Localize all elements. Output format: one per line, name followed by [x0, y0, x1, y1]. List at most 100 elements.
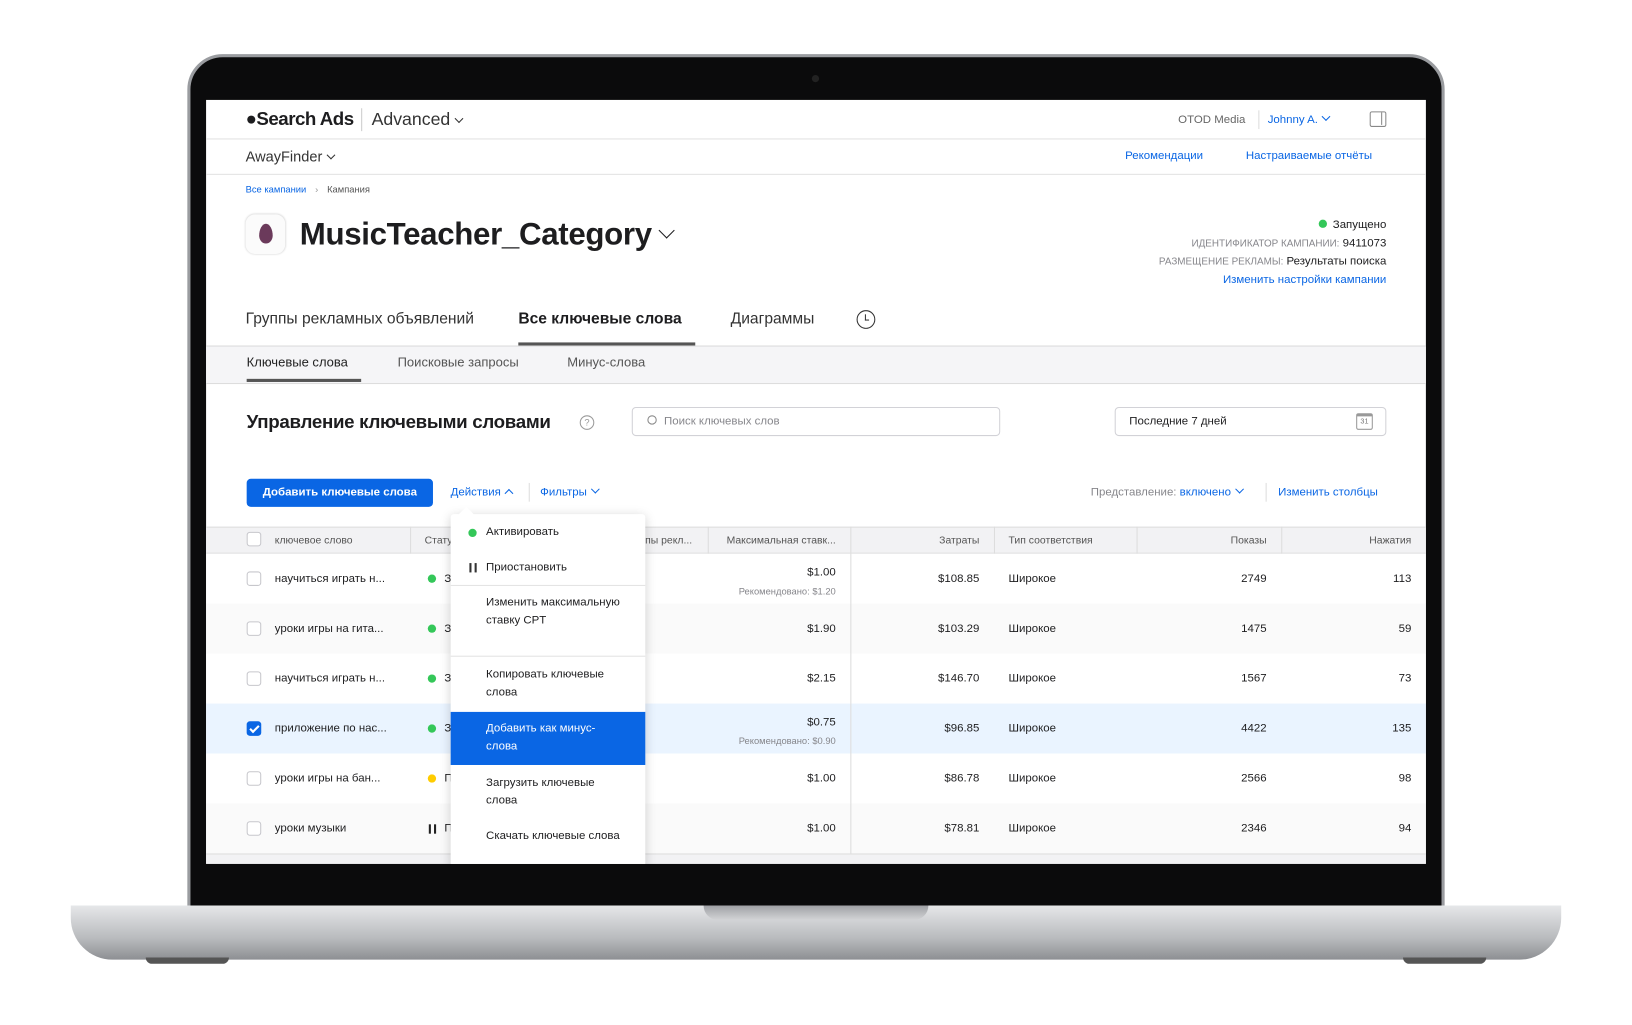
spend-cell: $86.78: [944, 772, 980, 785]
keyword-cell[interactable]: приложение по нас...: [275, 722, 387, 734]
table-row[interactable]: уроки музыки П $1.00 $78.81 Широкое 2346 94: [206, 803, 1426, 854]
max-bid-cell[interactable]: $1.90: [807, 622, 836, 634]
campaign-title-dropdown[interactable]: MusicTeacher_Category: [300, 218, 676, 253]
max-bid-cell[interactable]: $2.15: [807, 672, 836, 684]
tab-charts[interactable]: Диаграммы: [731, 310, 815, 328]
match-type-cell[interactable]: Широкое: [1009, 722, 1057, 734]
keyword-cell[interactable]: уроки игры на гита...: [275, 622, 384, 634]
table-row[interactable]: приложение по нас... З $0.75 Рекомендовано:…: [206, 703, 1426, 754]
breadcrumb-all-campaigns[interactable]: Все кампании: [246, 184, 307, 194]
status-dot-icon: [427, 624, 437, 633]
header-max-bid[interactable]: Максимальная ставк...: [727, 535, 836, 546]
sidebar-toggle-icon[interactable]: [1369, 111, 1387, 127]
impressions-cell: 2566: [1241, 772, 1267, 785]
chevron-down-icon: [1321, 112, 1331, 121]
subtab-bar: Ключевые слова Поисковые запросы Минус-с…: [206, 346, 1426, 385]
search-icon: [647, 415, 657, 425]
org-name: OTOD Media: [1178, 113, 1246, 126]
header-status[interactable]: Стату: [425, 535, 453, 546]
status-dot-icon: [427, 774, 437, 783]
subtab-search-terms[interactable]: Поисковые запросы: [398, 355, 519, 370]
header-impressions[interactable]: Показы: [1231, 535, 1267, 546]
menu-item-copy-keywords[interactable]: Копировать ключевые слова: [451, 666, 646, 701]
subtab-negative-keywords[interactable]: Минус-слова: [567, 355, 645, 370]
campaign-info: Запущено ИДЕНТИФИКАТОР КАМПАНИИ: 9411073…: [1159, 216, 1386, 289]
menu-item-pause[interactable]: Приостановить: [451, 559, 646, 577]
header-spend[interactable]: Затраты: [939, 535, 979, 546]
status-dot-icon: [427, 674, 437, 683]
table-row[interactable]: уроки игры на гита... З $1.90 $103.29 Широко…: [206, 603, 1426, 654]
match-type-cell[interactable]: Широкое: [1009, 622, 1057, 634]
max-bid-cell[interactable]: $0.75: [807, 716, 836, 728]
edition-dropdown[interactable]: Advanced: [372, 109, 464, 130]
table-footer: [206, 853, 1426, 864]
row-checkbox[interactable]: [246, 721, 262, 736]
max-bid-cell[interactable]: $1.00: [807, 566, 836, 578]
spend-cell: $78.81: [944, 822, 980, 835]
keyword-cell[interactable]: научиться играть н...: [275, 672, 385, 684]
paused-icon: [428, 824, 437, 834]
filters-dropdown[interactable]: Фильтры: [540, 484, 600, 499]
keyword-cell[interactable]: уроки музыки: [275, 822, 347, 834]
match-type-cell[interactable]: Широкое: [1009, 772, 1057, 784]
max-bid-cell[interactable]: $1.00: [807, 822, 836, 834]
subtab-keywords[interactable]: Ключевые слова: [247, 355, 348, 370]
breadcrumb-current: Кампания: [327, 184, 370, 195]
select-all-checkbox[interactable]: [246, 531, 262, 547]
taps-cell: 113: [1393, 572, 1412, 585]
view-selector[interactable]: Представление: включено: [1091, 484, 1244, 499]
divider: [528, 482, 530, 502]
divider: [1258, 110, 1260, 130]
row-checkbox[interactable]: [246, 671, 262, 686]
header-taps[interactable]: Нажатия: [1369, 535, 1411, 546]
custom-reports-link[interactable]: Настраиваемые отчёты: [1246, 150, 1372, 162]
spend-cell: $146.70: [938, 672, 980, 685]
menu-item-add-as-negative[interactable]: Добавить как минус-слова: [450, 711, 646, 765]
row-checkbox[interactable]: [246, 821, 262, 836]
user-menu[interactable]: Johnny A.: [1268, 112, 1331, 126]
app-selector[interactable]: AwayFinder: [246, 148, 336, 164]
help-icon[interactable]: ?: [579, 415, 595, 430]
row-checkbox[interactable]: [246, 571, 262, 586]
keyword-cell[interactable]: уроки игры на бан...: [275, 772, 381, 784]
table-row[interactable]: научиться играть н... З $2.15 $146.70 Широко…: [206, 653, 1426, 704]
impressions-cell: 1567: [1241, 672, 1267, 685]
table-row[interactable]: уроки игры на бан... П $1.00 $86.78 Широкое 2…: [206, 753, 1426, 804]
add-keywords-button[interactable]: Добавить ключевые слова: [246, 478, 433, 507]
top-header: ●Search Ads Advanced OTOD Media Johnny A…: [206, 100, 1426, 140]
date-range-picker[interactable]: Последние 7 дней 31: [1114, 406, 1387, 437]
header-match-type[interactable]: Тип соответствия: [1009, 535, 1093, 546]
match-type-cell[interactable]: Широкое: [1009, 672, 1057, 684]
brand-logo[interactable]: ●Search Ads: [246, 108, 355, 130]
chevron-down-icon: [454, 114, 464, 124]
keyword-search-input[interactable]: Поиск ключевых слов: [631, 406, 1001, 437]
table-row[interactable]: научиться играть н... З $1.00 Рекомендовано…: [206, 553, 1426, 604]
actions-dropdown[interactable]: Действия: [451, 486, 514, 499]
subtab-underline: [246, 378, 362, 382]
breadcrumb: Все кампании › Кампания: [246, 184, 370, 194]
edit-campaign-settings-link[interactable]: Изменить настройки кампании: [1159, 271, 1386, 289]
menu-item-activate[interactable]: Активировать: [451, 524, 646, 542]
chevron-down-icon: [1234, 484, 1244, 494]
chevron-right-icon: ›: [315, 184, 319, 195]
edit-columns-link[interactable]: Изменить столбцы: [1278, 486, 1378, 498]
header-keyword[interactable]: ключевое слово: [275, 535, 353, 546]
row-checkbox[interactable]: [246, 621, 262, 636]
menu-item-upload-keywords[interactable]: Загрузить ключевые слова: [451, 774, 646, 809]
menu-item-change-max-bid[interactable]: Изменить максимальную ставку CPT: [451, 594, 646, 629]
match-type-cell[interactable]: Широкое: [1009, 822, 1057, 834]
menu-item-download-keywords[interactable]: Скачать ключевые слова: [451, 827, 646, 845]
tab-ad-groups[interactable]: Группы рекламных объявлений: [246, 310, 474, 328]
max-bid-cell[interactable]: $1.00: [807, 772, 836, 784]
row-checkbox[interactable]: [246, 771, 262, 786]
chevron-down-icon: [658, 222, 676, 239]
match-type-cell[interactable]: Широкое: [1009, 572, 1057, 584]
keyword-cell[interactable]: научиться играть н...: [275, 572, 385, 584]
recommendations-link[interactable]: Рекомендации: [1125, 150, 1203, 162]
impressions-cell: 1475: [1241, 622, 1267, 635]
history-icon[interactable]: [856, 310, 876, 329]
tab-all-keywords[interactable]: Все ключевые слова: [518, 310, 681, 328]
camera: [811, 74, 820, 83]
campaign-status: Запущено: [1159, 216, 1386, 234]
chevron-up-icon: [504, 488, 514, 498]
